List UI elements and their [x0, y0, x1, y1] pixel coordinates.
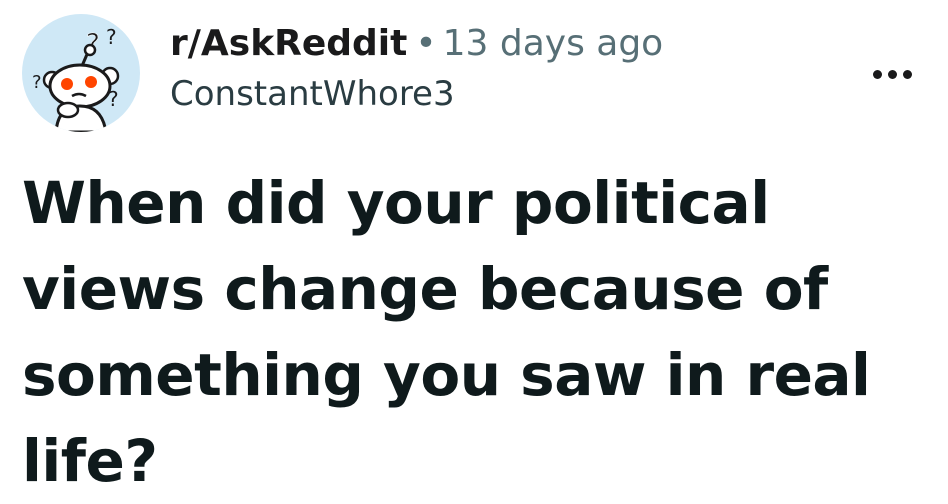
subreddit-avatar-icon[interactable]: ? ? ? ?	[22, 14, 140, 132]
meta-separator: •	[415, 23, 437, 64]
post-header: ? ? ? ? r/AskReddit • 13 days ago Consta…	[22, 14, 918, 134]
more-options-icon-dot	[902, 69, 912, 79]
more-options-icon-dot	[872, 69, 882, 79]
more-options-button[interactable]	[866, 54, 918, 94]
post-meta-line: r/AskReddit • 13 days ago	[170, 22, 663, 66]
snoo-confused-icon: ? ? ? ?	[32, 25, 120, 132]
svg-text:?: ?	[32, 72, 42, 93]
author-link[interactable]: ConstantWhore3	[170, 72, 455, 116]
more-options-icon-dot	[887, 69, 897, 79]
svg-text:?: ?	[106, 25, 117, 49]
post-meta: r/AskReddit • 13 days ago ConstantWhore3	[170, 22, 663, 116]
post-title[interactable]: When did your political views change bec…	[22, 160, 937, 504]
subreddit-link[interactable]: r/AskReddit	[170, 23, 407, 64]
post-timestamp: 13 days ago	[442, 23, 664, 64]
